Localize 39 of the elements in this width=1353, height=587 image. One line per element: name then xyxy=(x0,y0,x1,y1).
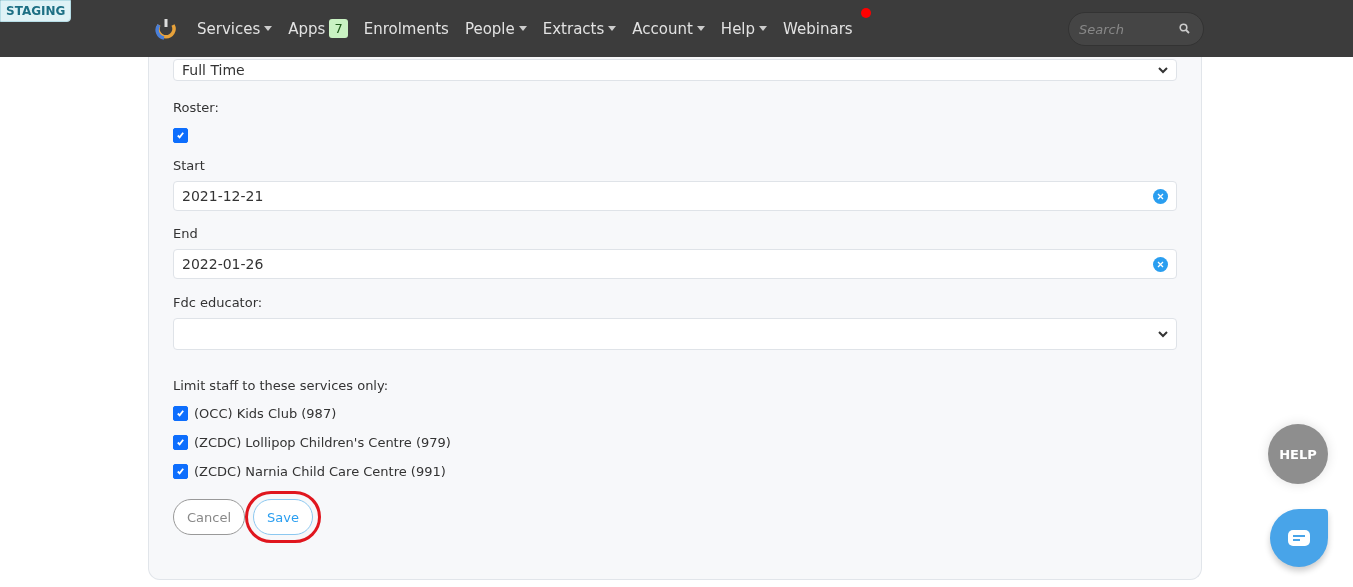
field-label: Limit staff to these services only: xyxy=(173,378,390,393)
checkbox[interactable] xyxy=(173,464,188,479)
chat-button[interactable] xyxy=(1270,509,1328,567)
nav-item[interactable]: Services xyxy=(189,19,281,38)
field-label: End xyxy=(173,226,199,241)
chat-icon xyxy=(1288,530,1310,546)
nav-item[interactable]: Help xyxy=(712,19,776,38)
field-label: Fdc educator: xyxy=(173,295,264,310)
count-badge: 7 xyxy=(329,19,348,38)
field-label: Roster: xyxy=(173,100,220,115)
date-field[interactable]: 2021-12-21 xyxy=(173,181,1177,211)
chevron-icon xyxy=(1158,330,1168,338)
nav-item[interactable]: Enrolments xyxy=(355,19,457,38)
logo-icon xyxy=(155,16,177,41)
checkbox[interactable] xyxy=(173,128,188,143)
date-field[interactable]: 2022-01-26 xyxy=(173,249,1177,279)
nav-item[interactable]: Extracts xyxy=(534,19,625,38)
checkmark-icon xyxy=(176,467,185,476)
nav-item[interactable]: Apps 7 xyxy=(280,19,356,38)
checkbox-label: (ZCDC) Lollipop Children's Centre (979) xyxy=(194,435,451,450)
clear-icon[interactable] xyxy=(1153,188,1168,204)
search-field[interactable]: Search xyxy=(1068,12,1204,46)
field-label: Start xyxy=(173,158,206,173)
checkbox[interactable] xyxy=(173,406,188,421)
chevron-icon xyxy=(1158,66,1168,74)
checkbox-label: (OCC) Kids Club (987) xyxy=(194,406,337,421)
nav-item[interactable]: Account xyxy=(624,19,713,38)
search-icon xyxy=(1179,23,1190,34)
cancel-button[interactable]: Cancel xyxy=(173,499,246,535)
nav-item[interactable]: Webinars xyxy=(775,19,861,38)
checkbox-label: (ZCDC) Narnia Child Care Centre (991) xyxy=(194,464,446,479)
clear-icon[interactable] xyxy=(1153,256,1168,272)
checkmark-icon xyxy=(176,131,185,140)
checkmark-icon xyxy=(176,438,185,447)
environment-badge: STAGING xyxy=(0,0,72,22)
nav-item[interactable]: People xyxy=(456,19,535,38)
checkbox[interactable] xyxy=(173,435,188,450)
checkmark-icon xyxy=(176,409,185,418)
category-select[interactable]: Full Time xyxy=(173,59,1177,81)
